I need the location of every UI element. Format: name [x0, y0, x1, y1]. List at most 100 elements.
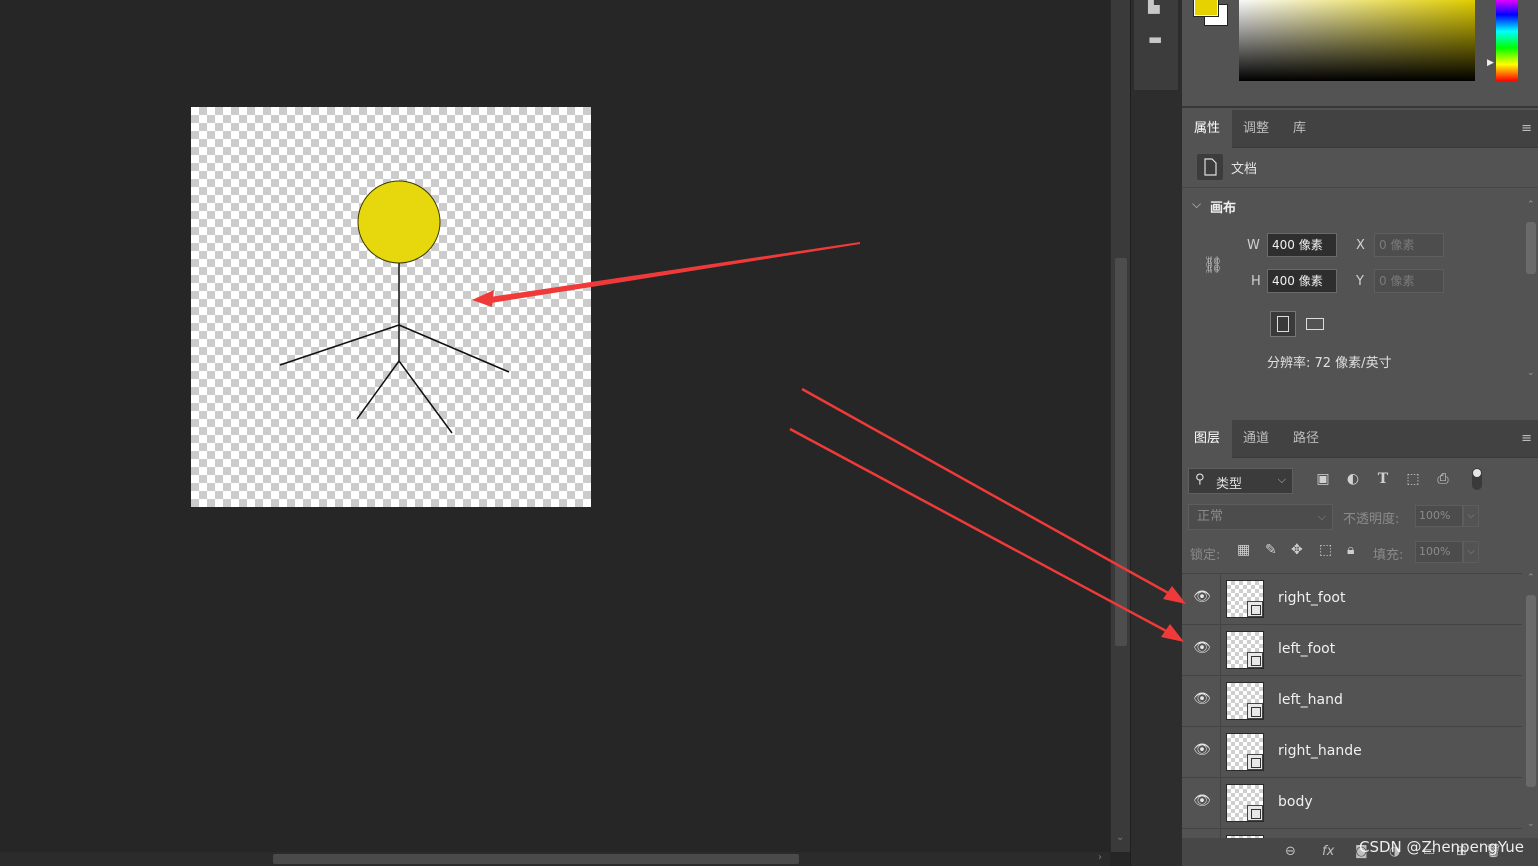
- smart-object-icon: [1247, 652, 1263, 668]
- visibility-eye-icon[interactable]: 👁︎: [1192, 691, 1212, 711]
- layer-row[interactable]: 👁︎ right_foot: [1182, 574, 1522, 625]
- layer-name[interactable]: body: [1278, 794, 1313, 810]
- panel-icon-group: ▙ ▬: [1134, 0, 1178, 90]
- opacity-dropdown-button[interactable]: ⌵: [1463, 505, 1479, 527]
- scroll-down-arrow-icon[interactable]: ⌄: [1116, 832, 1124, 843]
- scroll-up-arrow-icon[interactable]: ⌃: [1527, 573, 1535, 583]
- row-divider: [1220, 778, 1221, 829]
- search-icon: ⚲: [1195, 472, 1205, 487]
- document-icon: [1197, 154, 1223, 180]
- x-field[interactable]: 0 像素: [1374, 233, 1444, 257]
- left-hand-line: [279, 324, 400, 366]
- opacity-field[interactable]: 100%: [1415, 505, 1463, 527]
- canvas-workspace[interactable]: [0, 0, 1110, 852]
- width-field[interactable]: 400 像素: [1267, 233, 1337, 257]
- tab-paths[interactable]: 路径: [1281, 420, 1331, 458]
- image-filter-icon[interactable]: ▣: [1313, 471, 1333, 487]
- left-foot-line: [356, 360, 400, 420]
- foreground-color-swatch[interactable]: [1193, 0, 1219, 17]
- tab-adjustments[interactable]: 调整: [1231, 110, 1281, 148]
- height-field[interactable]: 400 像素: [1267, 269, 1337, 293]
- scroll-up-arrow-icon[interactable]: ⌃: [1527, 200, 1535, 210]
- layer-thumbnail: [1226, 733, 1264, 771]
- fill-dropdown-button[interactable]: ⌵: [1463, 541, 1479, 563]
- height-label: H: [1251, 274, 1261, 289]
- layer-name[interactable]: right_foot: [1278, 590, 1345, 606]
- scroll-right-arrow-icon[interactable]: ›: [1098, 852, 1102, 863]
- tab-properties[interactable]: 属性: [1182, 110, 1233, 148]
- blend-mode-select[interactable]: 正常 ⌵: [1188, 504, 1333, 530]
- smart-object-icon: [1247, 754, 1263, 770]
- adjustment-filter-icon[interactable]: ◐: [1343, 471, 1363, 487]
- layer-row[interactable]: 👁︎ left_foot: [1182, 625, 1522, 676]
- comment-icon[interactable]: ▬: [1148, 30, 1162, 48]
- layer-row[interactable]: 👁︎ body: [1182, 778, 1522, 829]
- tab-layers[interactable]: 图层: [1182, 420, 1233, 458]
- visibility-eye-icon[interactable]: 👁︎: [1192, 742, 1212, 762]
- link-dimensions-icon[interactable]: ⛓: [1203, 255, 1223, 274]
- visibility-eye-icon[interactable]: 👁︎: [1192, 640, 1212, 660]
- y-field[interactable]: 0 像素: [1374, 269, 1444, 293]
- layer-thumbnail: [1226, 631, 1264, 669]
- shape-filter-icon[interactable]: ⬚: [1403, 471, 1423, 487]
- fill-field[interactable]: 100%: [1415, 541, 1463, 563]
- lock-pixels-icon[interactable]: ✎: [1265, 542, 1277, 558]
- properties-tabbar: 属性 调整 库 ≡: [1182, 110, 1538, 148]
- plugin-icon[interactable]: ▙: [1148, 0, 1160, 14]
- scroll-down-arrow-icon[interactable]: ⌄: [1527, 368, 1535, 378]
- width-label: W: [1247, 238, 1260, 253]
- properties-scroll-thumb[interactable]: [1526, 222, 1536, 274]
- layer-row[interactable]: 👁︎ right_hande: [1182, 727, 1522, 778]
- document-row: 文档: [1182, 148, 1538, 188]
- fx-icon[interactable]: fx: [1322, 844, 1334, 859]
- smart-object-icon: [1247, 703, 1263, 719]
- x-label: X: [1356, 238, 1365, 253]
- layer-name[interactable]: left_hand: [1278, 692, 1343, 708]
- layer-row[interactable]: 👁︎ left_hand: [1182, 676, 1522, 727]
- properties-panel: 文档 ⌵ 画布 W 400 像素 X 0 像素 ⛓ H 400 像素 Y 0 像…: [1182, 148, 1538, 418]
- layer-name[interactable]: right_hande: [1278, 743, 1362, 759]
- smart-object-filter-icon[interactable]: ⎙: [1433, 471, 1453, 487]
- collapsed-panel-strip: ▙ ▬: [1130, 0, 1182, 866]
- row-divider: [1220, 676, 1221, 727]
- visibility-eye-icon[interactable]: 👁︎: [1192, 793, 1212, 813]
- document-label: 文档: [1231, 162, 1258, 177]
- horizontal-scroll-thumb[interactable]: [273, 854, 799, 864]
- canvas-horizontal-scrollbar[interactable]: ›: [0, 852, 1110, 866]
- canvas-section-title[interactable]: 画布: [1210, 197, 1236, 216]
- opacity-label: 不透明度:: [1343, 512, 1400, 527]
- layers-scrollbar[interactable]: ⌃ ⌄: [1524, 573, 1536, 833]
- resolution-text: 分辨率: 72 像素/英寸: [1267, 356, 1392, 371]
- type-filter-icon[interactable]: T: [1373, 471, 1393, 487]
- panel-menu-icon[interactable]: ≡: [1521, 121, 1532, 136]
- layer-name[interactable]: left_foot: [1278, 641, 1335, 657]
- hue-pointer-icon[interactable]: ▶: [1487, 58, 1494, 68]
- tab-libraries[interactable]: 库: [1281, 110, 1318, 148]
- lock-position-icon[interactable]: ✥: [1291, 542, 1303, 558]
- panel-menu-icon[interactable]: ≡: [1521, 431, 1532, 446]
- smart-object-icon: [1247, 601, 1263, 617]
- landscape-orientation-button[interactable]: [1302, 311, 1328, 337]
- visibility-eye-icon[interactable]: 👁︎: [1192, 589, 1212, 609]
- scroll-down-arrow-icon[interactable]: ⌄: [1527, 819, 1535, 829]
- saturation-brightness-field[interactable]: [1239, 0, 1475, 81]
- canvas-vertical-scrollbar[interactable]: ⌄: [1110, 0, 1130, 852]
- chevron-down-icon[interactable]: ⌵: [1192, 197, 1201, 212]
- portrait-orientation-button[interactable]: [1270, 311, 1296, 337]
- properties-scrollbar[interactable]: ⌃ ⌄: [1524, 200, 1536, 380]
- hue-slider[interactable]: [1496, 0, 1518, 81]
- document-canvas[interactable]: [191, 107, 591, 507]
- lock-transparency-icon[interactable]: ▦: [1237, 542, 1250, 558]
- chevron-down-icon: ⌵: [1277, 473, 1286, 486]
- tab-channels[interactable]: 通道: [1231, 420, 1281, 458]
- lock-all-icon[interactable]: 🔒︎: [1347, 542, 1354, 558]
- link-layers-icon[interactable]: ⊖: [1285, 844, 1296, 859]
- layers-scroll-thumb[interactable]: [1526, 595, 1536, 787]
- blend-mode-value: 正常: [1197, 509, 1224, 524]
- vertical-scroll-thumb[interactable]: [1115, 258, 1127, 646]
- layer-filter-select[interactable]: ⚲ 类型 ⌵: [1188, 468, 1293, 494]
- filter-kind-label: 类型: [1216, 477, 1243, 492]
- filter-toggle[interactable]: [1472, 468, 1482, 490]
- y-label: Y: [1356, 274, 1364, 289]
- lock-artboard-icon[interactable]: ⬚: [1319, 542, 1332, 558]
